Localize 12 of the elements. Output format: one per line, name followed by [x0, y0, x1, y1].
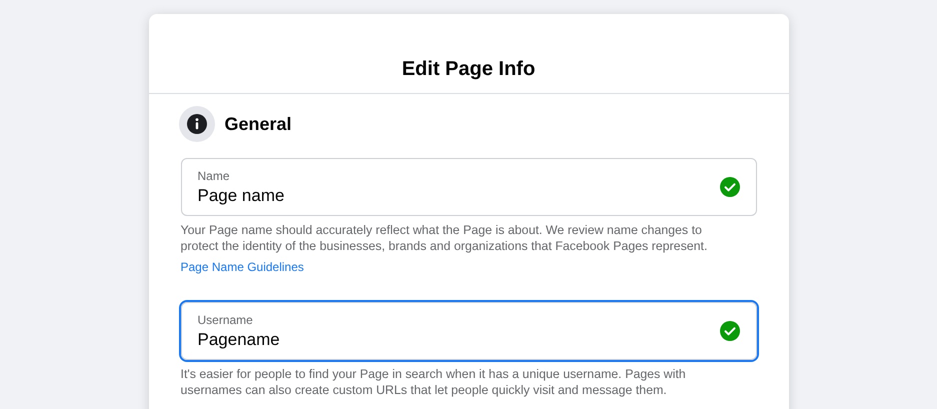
text-field[interactable]: Name Page name [180, 158, 756, 216]
section-title: General [224, 114, 292, 134]
text-input[interactable]: Page name [198, 186, 720, 206]
text-field[interactable]: Username Pagename [180, 302, 756, 360]
help-text: Your Page name should accurately reflect what the Page is about. We review name changes to protect the identity of the businesses, brands and organizations that Facebook Pages represent. [180, 222, 708, 254]
field-label: Name [198, 168, 231, 182]
help-text: It's easier for people to find your Page in search when it has a unique username. Pages with usernames can also create custom URLs that let people quickly visit and message them. [180, 366, 687, 398]
guidelines-link[interactable]: Page Name Guidelines [180, 260, 304, 274]
text-input[interactable]: Pagename [198, 330, 720, 350]
dialog-title: Edit Page Info [402, 58, 536, 81]
info-icon [178, 106, 214, 142]
field-label: Username [198, 312, 254, 326]
